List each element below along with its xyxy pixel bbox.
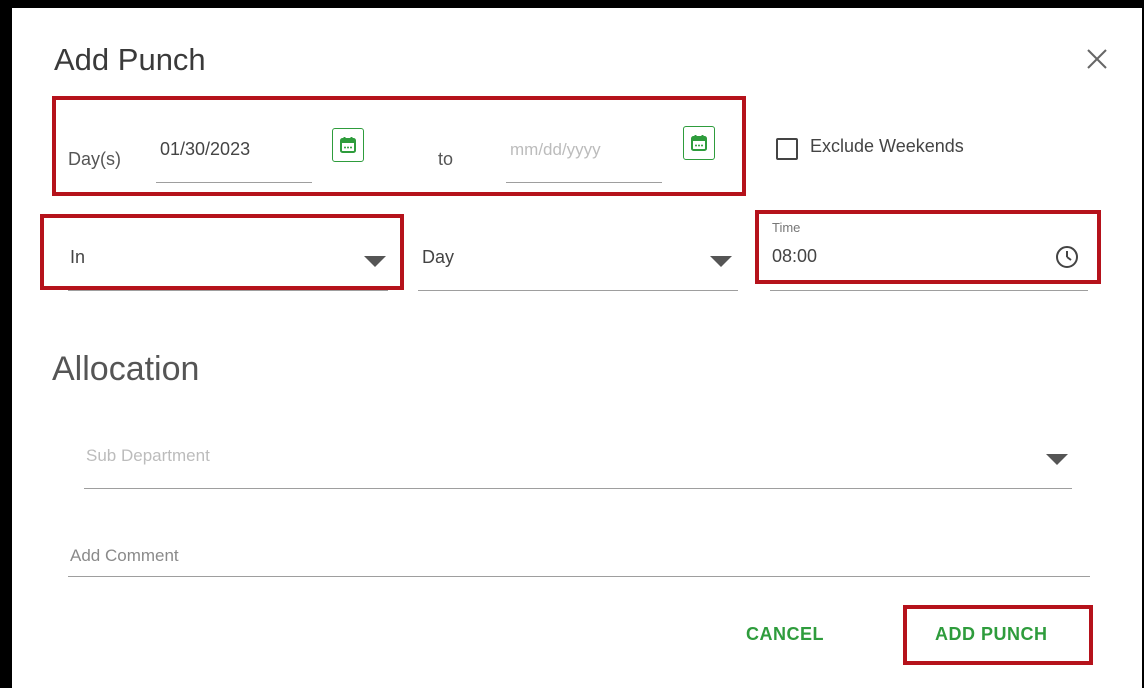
time-label: Time — [772, 220, 801, 235]
sub-department-placeholder: Sub Department — [86, 446, 210, 465]
day-select[interactable]: Day — [418, 236, 738, 292]
day-select-value: Day — [422, 247, 455, 267]
punch-type-underline — [68, 290, 388, 291]
start-date-underline — [156, 182, 312, 183]
exclude-weekends-label: Exclude Weekends — [810, 136, 964, 156]
to-label: to — [438, 149, 454, 169]
chevron-down-icon — [710, 256, 732, 267]
comment-placeholder: Add Comment — [70, 546, 179, 565]
start-date-input[interactable]: 01/30/2023 — [156, 126, 312, 186]
days-label: Day(s) — [68, 149, 121, 169]
add-punch-button[interactable]: ADD PUNCH — [935, 624, 1048, 645]
dialog-title: Add Punch — [54, 42, 206, 77]
time-underline — [770, 290, 1088, 291]
time-value: 08:00 — [772, 246, 818, 266]
close-icon[interactable] — [1082, 44, 1112, 74]
calendar-icon[interactable] — [683, 126, 715, 160]
chevron-down-icon — [1046, 454, 1068, 465]
sub-department-select[interactable]: Sub Department — [84, 440, 1072, 492]
sub-department-underline — [84, 488, 1072, 489]
clock-icon[interactable] — [1054, 244, 1080, 275]
day-select-underline — [418, 290, 738, 291]
comment-underline — [68, 576, 1090, 577]
allocation-heading: Allocation — [52, 350, 200, 388]
punch-type-value: In — [70, 247, 86, 267]
end-date-placeholder: mm/dd/yyyy — [510, 140, 601, 159]
start-date-value: 01/30/2023 — [160, 139, 251, 159]
calendar-icon[interactable] — [332, 128, 364, 162]
end-date-underline — [506, 182, 662, 183]
time-input[interactable]: Time 08:00 — [770, 220, 1088, 291]
chevron-down-icon — [364, 256, 386, 267]
cancel-button[interactable]: CANCEL — [746, 624, 824, 645]
end-date-input[interactable]: mm/dd/yyyy — [506, 126, 662, 186]
punch-type-select[interactable]: In — [68, 236, 388, 292]
exclude-weekends-checkbox[interactable] — [776, 138, 798, 160]
add-punch-dialog: Add Punch Day(s) 01/30/2023 to mm/dd/yyy… — [12, 8, 1142, 688]
comment-input[interactable]: Add Comment — [68, 542, 1090, 580]
